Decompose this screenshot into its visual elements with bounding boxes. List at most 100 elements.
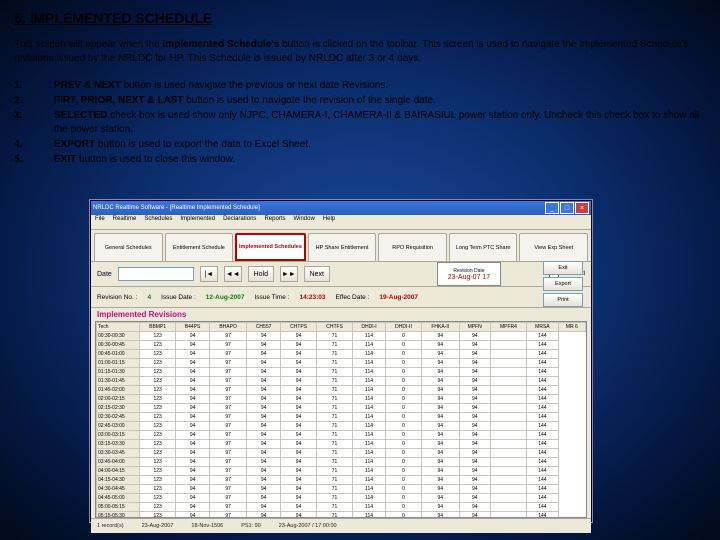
col-header: Tech xyxy=(97,323,140,332)
menu-item[interactable]: Realtime xyxy=(113,216,137,228)
list-item: 3.SELECTED check box is used show only N… xyxy=(14,109,706,137)
col-header: MPFN xyxy=(459,323,490,332)
status-segment: 18-Nov-1506 xyxy=(191,523,223,529)
intro-paragraph: This screen will appear when the Impleme… xyxy=(14,38,706,65)
table-row[interactable]: 01:45-02:00123949794947111409494144 xyxy=(97,386,586,395)
status-segment: 23-Aug-2007 xyxy=(142,523,174,529)
col-header: DHDI-I xyxy=(352,323,385,332)
table-row[interactable]: 03:00-03:15123949794947111409494144 xyxy=(97,431,586,440)
numbered-list: 1.PREV & NEXT button is used navigate th… xyxy=(14,79,706,167)
nav-next-button[interactable]: ►► xyxy=(280,266,298,282)
tab[interactable]: Long Term PTC Share xyxy=(449,233,518,261)
intro-bold: Implemented Schedule's xyxy=(162,39,279,50)
tab[interactable]: General Schedules xyxy=(94,233,163,261)
table-row[interactable]: 00:30-00:30123949794947111409494144 xyxy=(97,332,586,341)
col-header: CHTPS xyxy=(280,323,316,332)
nav-hold-button[interactable]: Hold xyxy=(248,266,274,282)
list-number: 2. xyxy=(14,94,54,108)
list-desc: EXIT button is used to close this window… xyxy=(54,153,706,167)
table-row[interactable]: 01:15-01:30123949794947111409494144 xyxy=(97,368,586,377)
status-bar: 1 record(s) 23-Aug-2007 18-Nov-1506 PS1: 90… xyxy=(91,518,591,533)
list-desc: EXPORT button is used to export the data… xyxy=(54,138,706,152)
nav-first-button[interactable]: |◄ xyxy=(200,266,218,282)
nav-prior-button[interactable]: ◄◄ xyxy=(224,266,242,282)
table-row[interactable]: 00:30-00:45123949794947111409494144 xyxy=(97,341,586,350)
menubar: File Realtime Schedules Implemented Declarat… xyxy=(91,215,591,230)
list-desc: SELECTED check box is used show only NJP… xyxy=(54,109,706,137)
menu-item[interactable]: Reports xyxy=(264,216,285,228)
tab[interactable]: View Exp Sheet xyxy=(519,233,588,261)
revno-label: Revision No. : xyxy=(97,294,137,301)
side-buttons: Exit Export Print xyxy=(543,261,583,307)
issuedate-label: Issue Date : xyxy=(161,294,196,301)
titlebar: NRLDC Realtime Software - [Realtime Impl… xyxy=(91,201,591,215)
issuetime-value: 14:23:03 xyxy=(299,294,325,301)
col-header: CH557 xyxy=(247,323,281,332)
date-dropdown[interactable] xyxy=(118,267,194,281)
table-row[interactable]: 03:45-04:00123949794947111409494144 xyxy=(97,458,586,467)
list-item: 4.EXPORT button is used to export the da… xyxy=(14,138,706,152)
table-row[interactable]: 03:30-03:45123949794947111409494144 xyxy=(97,449,586,458)
table-row[interactable]: 00:45-01:00123949794947111409494144 xyxy=(97,350,586,359)
col-header: DHDI-II xyxy=(386,323,422,332)
revision-date-box: Revision Date 23-Aug-07 17 xyxy=(437,262,501,286)
close-button[interactable]: × xyxy=(575,202,589,214)
tab[interactable]: RPO Requisition xyxy=(378,233,447,261)
maximize-button[interactable]: □ xyxy=(560,202,574,214)
list-number: 5. xyxy=(14,153,54,167)
menu-item[interactable]: Declarations xyxy=(223,216,256,228)
status-segment: 1 record(s) xyxy=(97,523,124,529)
effdate-label: Effec Date : xyxy=(336,294,370,301)
revision-row: Revision No. : 4 Issue Date : 12-Aug-200… xyxy=(91,287,591,308)
table-row[interactable]: 04:30-04:45123949794947111409494144 xyxy=(97,485,586,494)
table-row[interactable]: 02:45-03:00123949794947111409494144 xyxy=(97,422,586,431)
menu-item[interactable]: Implemented xyxy=(180,216,215,228)
nav-last-button[interactable]: Next xyxy=(304,266,330,282)
col-header: MPFR4 xyxy=(490,323,526,332)
table-row[interactable]: 04:45-05:00123949794947111409494144 xyxy=(97,494,586,503)
list-number: 3. xyxy=(14,109,54,137)
col-header: B44PS xyxy=(176,323,210,332)
status-segment: PS1: 90 xyxy=(241,523,261,529)
window-title: NRLDC Realtime Software - [Realtime Impl… xyxy=(93,205,260,211)
menu-item[interactable]: Schedules xyxy=(144,216,172,228)
minimize-button[interactable]: _ xyxy=(545,202,559,214)
date-nav-row: Date |◄ ◄◄ Hold ►► Next ✓ Selected ExitE… xyxy=(91,262,591,287)
list-number: 4. xyxy=(14,138,54,152)
print-button[interactable]: Print xyxy=(543,293,583,307)
effdate-value: 19-Aug-2007 xyxy=(379,294,418,301)
list-item: 2.FIRT, PRIOR, NEXT & LAST button is use… xyxy=(14,94,706,108)
list-desc: FIRT, PRIOR, NEXT & LAST button is used … xyxy=(54,94,706,108)
date-label: Date xyxy=(97,271,112,278)
table-row[interactable]: 03:15-03:30123949794947111409494144 xyxy=(97,440,586,449)
menu-item[interactable]: Help xyxy=(323,216,335,228)
tab[interactable]: Entitlement Schedule xyxy=(165,233,234,261)
menu-item[interactable]: File xyxy=(95,216,105,228)
col-header: BBMP1 xyxy=(140,323,176,332)
data-grid[interactable]: TechBBMP1B44PSBHAPOCH557CHTPSCHTFSDHDI-I… xyxy=(95,321,587,518)
table-row[interactable]: 04:00-04:15123949794947111409494144 xyxy=(97,467,586,476)
issuetime-label: Issue Time : xyxy=(254,294,289,301)
list-item: 1.PREV & NEXT button is used navigate th… xyxy=(14,79,706,93)
issuedate-value: 12-Aug-2007 xyxy=(206,294,245,301)
table-row[interactable]: 01:00-01:15123949794947111409494144 xyxy=(97,359,586,368)
table-row[interactable]: 05:00-05:15123949794947111409494144 xyxy=(97,503,586,512)
table-row[interactable]: 04:15-04:30123949794947111409494144 xyxy=(97,476,586,485)
col-header: FHKA-II xyxy=(421,323,459,332)
menu-item[interactable]: Window xyxy=(293,216,314,228)
list-number: 1. xyxy=(14,79,54,93)
tabbar: General SchedulesEntitlement ScheduleImp… xyxy=(91,230,591,262)
grid-title: Implemented Revisions xyxy=(91,308,591,321)
exit-button[interactable]: Exit xyxy=(543,261,583,275)
table-row[interactable]: 02:00-02:15123949794947111409494144 xyxy=(97,395,586,404)
list-desc: PREV & NEXT button is used navigate the … xyxy=(54,79,706,93)
tab[interactable]: Implemented Schedules xyxy=(235,233,306,261)
col-header: BHAPO xyxy=(209,323,246,332)
export-button[interactable]: Export xyxy=(543,277,583,291)
table-row[interactable]: 02:30-02:45123949794947111409494144 xyxy=(97,413,586,422)
section-heading: 6. IMPLEMENTED SCHEDULE xyxy=(14,10,706,26)
rev-date-value: 23-Aug-07 17 xyxy=(448,274,490,281)
tab[interactable]: HP Share Entitlement xyxy=(308,233,377,261)
table-row[interactable]: 01:30-01:45123949794947111409494144 xyxy=(97,377,586,386)
table-row[interactable]: 02:15-02:30123949794947111409494144 xyxy=(97,404,586,413)
